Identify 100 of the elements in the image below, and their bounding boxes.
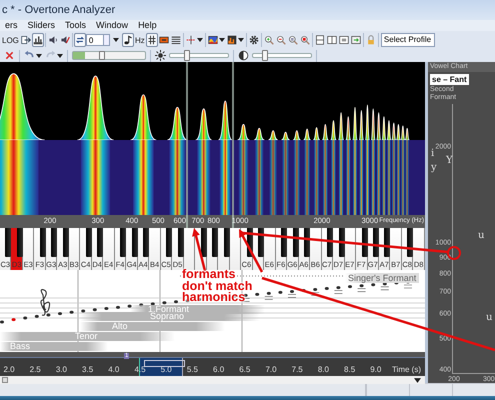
panel-layout-button[interactable] [338,33,350,47]
axis-label: 7.0 [265,365,277,374]
lock-icon [366,35,376,45]
music-note-icon [122,35,133,45]
panel-layout-icon [338,35,349,45]
loop-button[interactable] [74,33,86,47]
zoom-reset-icon [300,35,310,45]
caret-icon [57,54,63,58]
sharp-key[interactable] [384,228,390,257]
menu-item[interactable]: Sliders [22,20,60,31]
sharp-key[interactable] [292,228,299,257]
menu-item[interactable]: Window [91,20,134,31]
sharp-key[interactable] [62,228,69,257]
slider-thumb[interactable] [98,51,105,60]
axis-label: 6.5 [239,365,250,374]
range-label: Tenor [75,331,98,341]
export-button[interactable] [20,33,32,47]
profile-dropdown[interactable]: Select Profile [380,33,435,47]
muted-speaker-icon [60,35,70,45]
vowel-symbol: i [431,148,434,159]
sharp-key[interactable] [224,228,230,257]
columns-layout-button[interactable] [326,33,338,47]
rows-layout-icon [314,35,325,45]
axis-title: Time (s) [392,365,421,374]
vowel-symbol: Y [446,155,453,166]
settings-button[interactable] [248,33,260,47]
sharp-key[interactable] [51,228,58,257]
list-icon [170,35,181,45]
axis-label: 9.0 [370,365,382,374]
rows-layout-button[interactable] [314,33,326,47]
brightness-icon [155,50,166,61]
sharp-key[interactable] [120,228,126,257]
piano-key[interactable] [206,228,218,270]
speaker-icon [48,35,58,45]
chart-icon [226,35,237,45]
contrast-icon [238,50,249,61]
export-icon [20,35,31,45]
caret-icon [196,38,203,42]
sharp-key[interactable] [407,228,414,257]
sharp-button[interactable] [146,33,158,47]
bars-button[interactable] [32,33,44,47]
slider-thumb[interactable] [262,50,268,61]
zoom-in-icon [264,35,274,45]
zoom-out-icon [276,35,286,45]
sharp-key[interactable] [327,228,334,257]
small-button[interactable] [2,377,8,383]
sharp-key[interactable] [362,228,368,257]
sharp-key[interactable] [143,228,150,257]
toggle-button[interactable]: Hz [134,33,146,47]
sharp-key[interactable] [212,228,218,257]
zoom-fit-button[interactable] [286,33,299,47]
zoom-out-button[interactable] [274,33,287,47]
sharp-key[interactable] [97,228,104,257]
axis-label: 8.0 [318,365,329,374]
sharp-key[interactable] [40,228,46,257]
caret-icon [36,54,42,58]
window-title: c * - Overtone Analyzer [2,4,116,16]
axis-label: 3.0 [56,365,67,374]
sharp-key[interactable] [86,228,92,257]
loop-icon [74,35,85,45]
axis-label: 2.5 [30,365,41,374]
caret-icon [218,38,225,42]
slider-thumb[interactable] [184,50,190,61]
zoom-fit-icon [288,35,298,45]
close-icon [4,50,15,61]
menu-item[interactable]: Help [133,20,162,31]
chart-header: se – Fant [430,74,469,85]
sharp-key[interactable] [338,228,345,257]
range-label: Soprano [150,311,184,321]
chart-button[interactable] [226,33,245,47]
vowel-symbol: u [478,230,484,241]
caret-icon [112,38,119,42]
split-button[interactable] [184,33,204,47]
insert-button[interactable] [350,33,362,47]
axis-label: 6.0 [213,365,224,374]
sharp-key[interactable] [372,228,379,257]
axis-label: 3.5 [82,365,94,374]
axis-label: 5.0 [160,365,172,374]
menu-item[interactable]: ers [0,20,23,31]
sharp-key[interactable] [304,228,310,257]
color-map-button[interactable] [206,33,226,47]
sharp-key[interactable] [281,228,288,257]
zoom-reset-button[interactable] [298,33,311,47]
color-map-icon [208,35,218,45]
piano-key[interactable] [218,228,230,270]
treble-clef-icon [40,289,50,316]
menu-item[interactable]: Tools [60,20,92,31]
sharp-key[interactable] [178,228,184,257]
number-field[interactable]: 0 [86,34,104,46]
close-button[interactable] [4,50,15,62]
sharp-key[interactable] [166,228,172,257]
annotation-arrow [239,229,264,273]
sharp-key[interactable] [132,228,138,257]
toggle-button[interactable]: LOG [1,33,20,47]
zoom-in-button[interactable] [262,33,275,47]
sharp-key[interactable] [258,228,264,257]
bars-icon [32,35,43,45]
singers-formant-label: Singer's Formant [345,273,420,283]
sharp-key[interactable] [200,228,207,257]
music-note-button[interactable] [122,33,134,47]
